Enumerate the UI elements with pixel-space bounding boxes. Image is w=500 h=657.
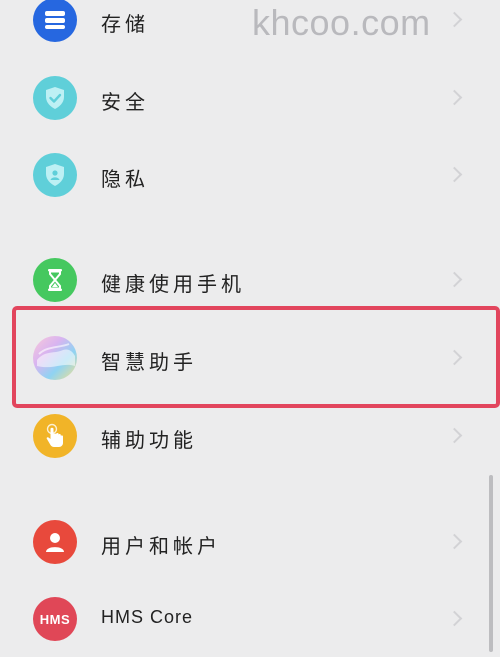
- hourglass-icon: [33, 258, 77, 302]
- settings-item-security[interactable]: 安全: [0, 60, 490, 136]
- settings-item-label: 健康使用手机: [101, 272, 245, 296]
- scrollbar[interactable]: [489, 475, 493, 652]
- hand-pointer-icon: [33, 414, 77, 458]
- settings-item-storage[interactable]: 存储: [0, 0, 490, 58]
- chevron-right-icon: [446, 610, 463, 627]
- chevron-right-icon: [446, 533, 463, 550]
- settings-item-label: 辅助功能: [101, 428, 197, 452]
- hms-icon-text: HMS: [39, 611, 71, 627]
- chevron-right-icon: [446, 11, 463, 28]
- chevron-right-icon: [446, 427, 463, 444]
- settings-item-label: 隐私: [101, 167, 149, 191]
- settings-item-label: 存储: [101, 12, 149, 36]
- privacy-shield-icon: [33, 153, 77, 197]
- user-icon: [33, 520, 77, 564]
- settings-item-privacy[interactable]: 隐私: [0, 137, 490, 213]
- settings-item-accessibility[interactable]: 辅助功能: [0, 398, 490, 474]
- hms-icon: HMS: [33, 597, 77, 641]
- settings-item-hms-core[interactable]: HMS HMS Core: [0, 581, 490, 657]
- settings-item-users-accounts[interactable]: 用户和帐户: [0, 504, 490, 580]
- chevron-right-icon: [446, 271, 463, 288]
- shield-check-icon: [33, 76, 77, 120]
- chevron-right-icon: [446, 89, 463, 106]
- settings-item-label: 安全: [101, 90, 149, 114]
- storage-icon: [33, 0, 77, 42]
- settings-item-label: HMS Core: [101, 607, 194, 627]
- highlight-box: [12, 306, 500, 408]
- chevron-right-icon: [446, 166, 463, 183]
- settings-item-label: 用户和帐户: [101, 534, 221, 558]
